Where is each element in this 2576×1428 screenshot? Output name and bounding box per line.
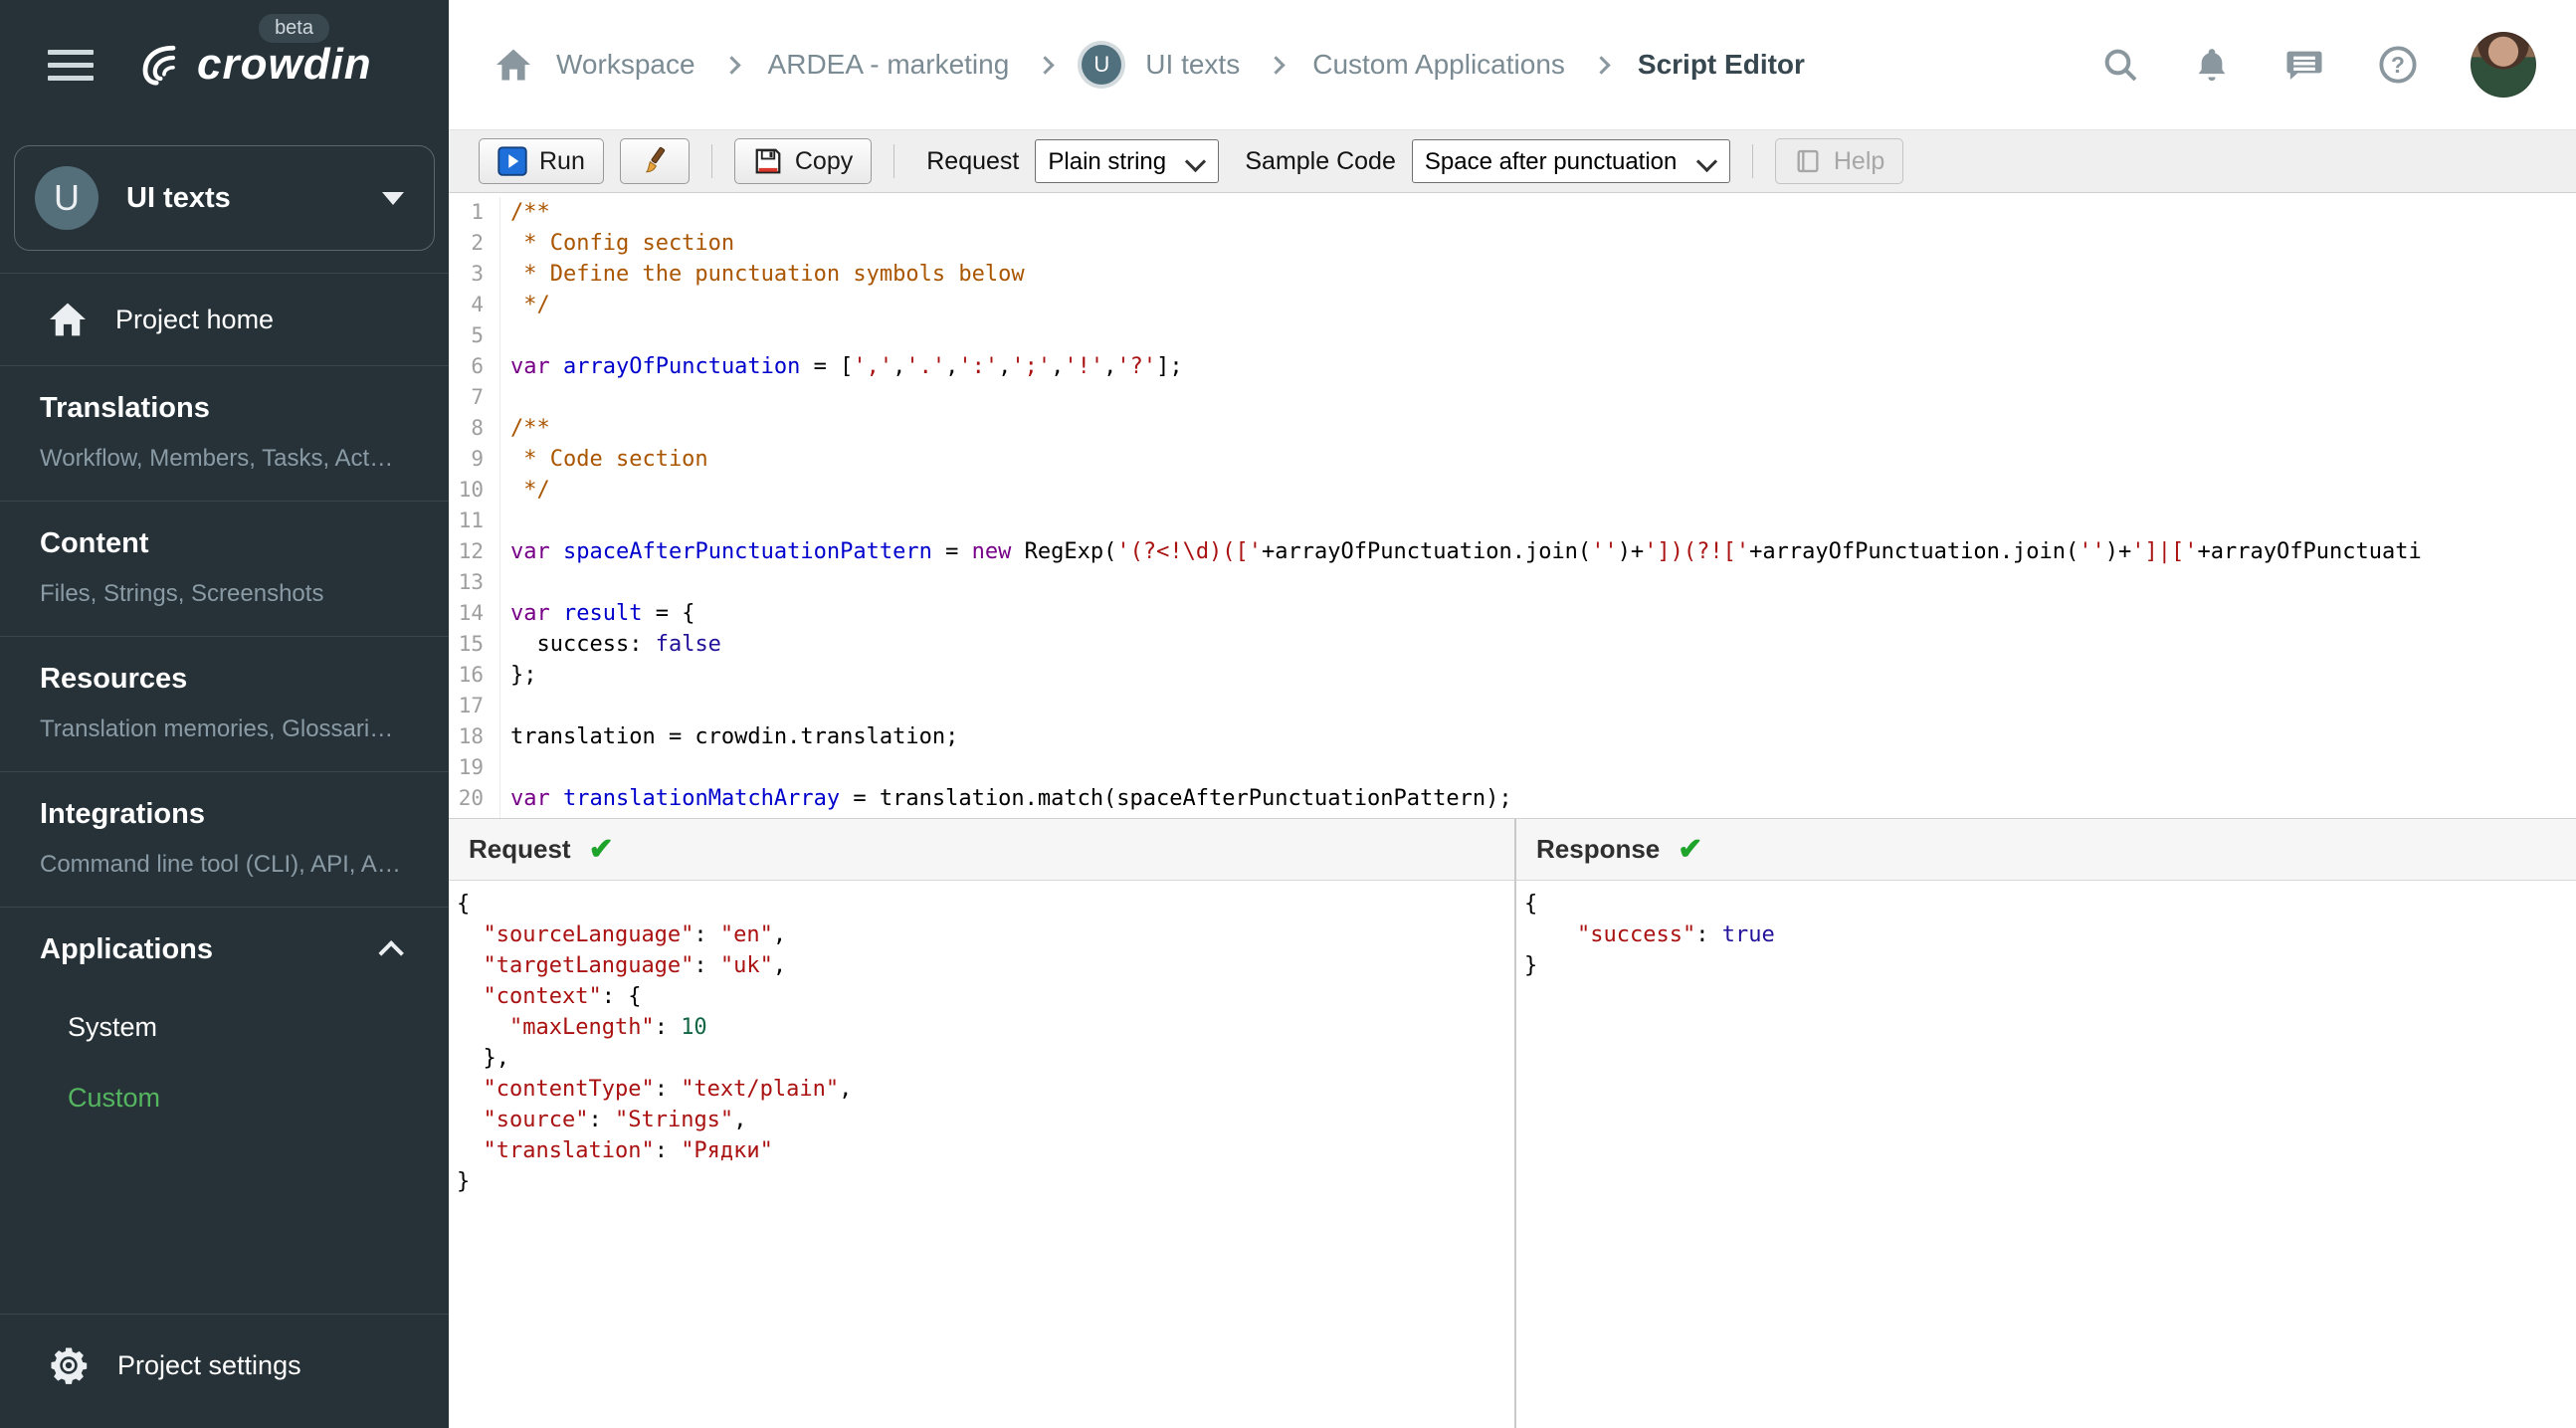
toolbar-divider (1751, 144, 1753, 178)
brush-icon (645, 146, 665, 173)
chevron-right-icon (1592, 55, 1611, 75)
sidebar-item-label: Project home (115, 304, 275, 334)
crowdin-logo-text: crowdin (197, 40, 372, 89)
breadcrumb: Workspace ARDEA - marketing U UI texts C… (495, 45, 2100, 85)
main-area: Workspace ARDEA - marketing U UI texts C… (449, 0, 2576, 1428)
response-viewer: { "success": true} (1516, 881, 2576, 1428)
user-avatar[interactable] (2471, 32, 2536, 98)
section-subtitle: Translation memories, Glossari… (40, 715, 394, 742)
sidebar-item-applications-system[interactable]: System (40, 992, 409, 1063)
response-panel-header: Response ✔ (1516, 819, 2576, 881)
gear-icon (51, 1347, 88, 1384)
toolbar-divider (710, 144, 712, 178)
breadcrumb-item-ui-texts[interactable]: UI texts (1145, 49, 1240, 81)
section-subtitle: Workflow, Members, Tasks, Act… (40, 445, 394, 472)
request-editor[interactable]: { "sourceLanguage": "en", "targetLanguag… (449, 881, 1514, 1428)
crowdin-logo[interactable]: crowdin (131, 37, 372, 93)
breadcrumb-item-project[interactable]: ARDEA - marketing (768, 49, 1010, 81)
top-icons: ? (2100, 32, 2536, 98)
breadcrumb-item-workspace[interactable]: Workspace (556, 49, 695, 81)
project-avatar: U (35, 166, 99, 230)
top-bar: Workspace ARDEA - marketing U UI texts C… (449, 0, 2576, 129)
home-icon (50, 303, 86, 336)
chevron-right-icon (1036, 55, 1055, 75)
run-button-label: Run (539, 146, 585, 175)
request-panel-header: Request ✔ (449, 819, 1514, 881)
save-icon (755, 148, 781, 174)
script-editor-toolbar: Run Copy Request Plain string Sample Cod… (449, 129, 2576, 193)
sidebar-header: crowdin beta (0, 0, 449, 129)
request-type-select[interactable]: Plain string (1035, 139, 1220, 183)
play-icon (497, 146, 527, 176)
app-root: crowdin beta U UI texts Project home Tra… (0, 0, 2576, 1428)
section-title: Resources (40, 663, 188, 695)
notifications-bell-icon[interactable] (2192, 45, 2232, 85)
sample-code-select-wrap: Space after punctuation (1411, 139, 1730, 183)
section-title: Integrations (40, 798, 205, 830)
sidebar-item-content[interactable]: Content Files, Strings, Screenshots (0, 502, 449, 636)
crowdin-logo-icon (142, 45, 176, 86)
run-button[interactable]: Run (479, 138, 604, 184)
check-icon: ✔ (1678, 833, 1703, 866)
sidebar-section-applications: Applications System Custom (0, 908, 449, 1143)
search-icon[interactable] (2100, 45, 2140, 85)
request-response-panes: Request ✔ { "sourceLanguage": "en", "tar… (449, 818, 2576, 1428)
breadcrumb-project-badge: U (1082, 45, 1122, 85)
help-button[interactable]: Help (1774, 138, 1904, 184)
chevron-right-icon (1267, 55, 1286, 75)
copy-button-label: Copy (794, 146, 854, 175)
code-editor[interactable]: 1/** 2 * Config section 3 * Define the pun… (449, 193, 2576, 818)
sidebar-item-integrations[interactable]: Integrations Command line tool (CLI), AP… (0, 772, 449, 907)
request-select-label: Request (926, 146, 1020, 175)
response-panel: Response ✔ { "success": true} (1514, 819, 2576, 1428)
sample-code-select-label: Sample Code (1245, 146, 1396, 175)
request-panel-title: Request (469, 834, 571, 864)
beta-badge: beta (259, 14, 329, 43)
toolbar-divider (893, 144, 895, 178)
breadcrumb-item-script-editor: Script Editor (1637, 49, 1805, 80)
sidebar-item-applications[interactable]: Applications (40, 933, 409, 966)
sidebar-item-label: Project settings (117, 1349, 301, 1380)
copy-button[interactable]: Copy (733, 138, 873, 184)
chevron-up-icon (378, 939, 404, 966)
svg-text:?: ? (2391, 52, 2405, 78)
sample-code-select[interactable]: Space after punctuation (1411, 139, 1730, 183)
home-icon[interactable] (495, 48, 532, 82)
sidebar-item-resources[interactable]: Resources Translation memories, Glossari… (0, 637, 449, 771)
help-button-label: Help (1833, 146, 1885, 175)
breadcrumb-item-custom-applications[interactable]: Custom Applications (1312, 49, 1565, 81)
sidebar-item-project-home[interactable]: Project home (0, 274, 449, 365)
project-selector[interactable]: U UI texts (14, 145, 435, 251)
section-title: Content (40, 527, 149, 559)
format-brush-button[interactable] (619, 138, 690, 184)
menu-icon[interactable] (48, 42, 94, 89)
section-title: Translations (40, 392, 210, 424)
section-subtitle: Command line tool (CLI), API, A… (40, 851, 401, 878)
request-select-wrap: Plain string (1035, 139, 1220, 183)
project-name: UI texts (126, 181, 231, 214)
section-title: Applications (40, 933, 214, 965)
sidebar-item-project-settings[interactable]: Project settings (0, 1314, 449, 1428)
chevron-right-icon (721, 55, 741, 75)
messages-icon[interactable] (2283, 45, 2325, 85)
help-icon[interactable]: ? (2377, 44, 2419, 86)
response-panel-title: Response (1536, 834, 1661, 864)
book-icon (1797, 149, 1819, 173)
check-icon: ✔ (588, 833, 614, 866)
section-subtitle: Files, Strings, Screenshots (40, 580, 324, 607)
request-panel: Request ✔ { "sourceLanguage": "en", "tar… (449, 819, 1514, 1428)
sidebar-item-applications-custom[interactable]: Custom (40, 1063, 409, 1133)
sidebar-item-translations[interactable]: Translations Workflow, Members, Tasks, A… (0, 366, 449, 501)
chevron-down-icon (382, 191, 404, 205)
sidebar: crowdin beta U UI texts Project home Tra… (0, 0, 449, 1428)
